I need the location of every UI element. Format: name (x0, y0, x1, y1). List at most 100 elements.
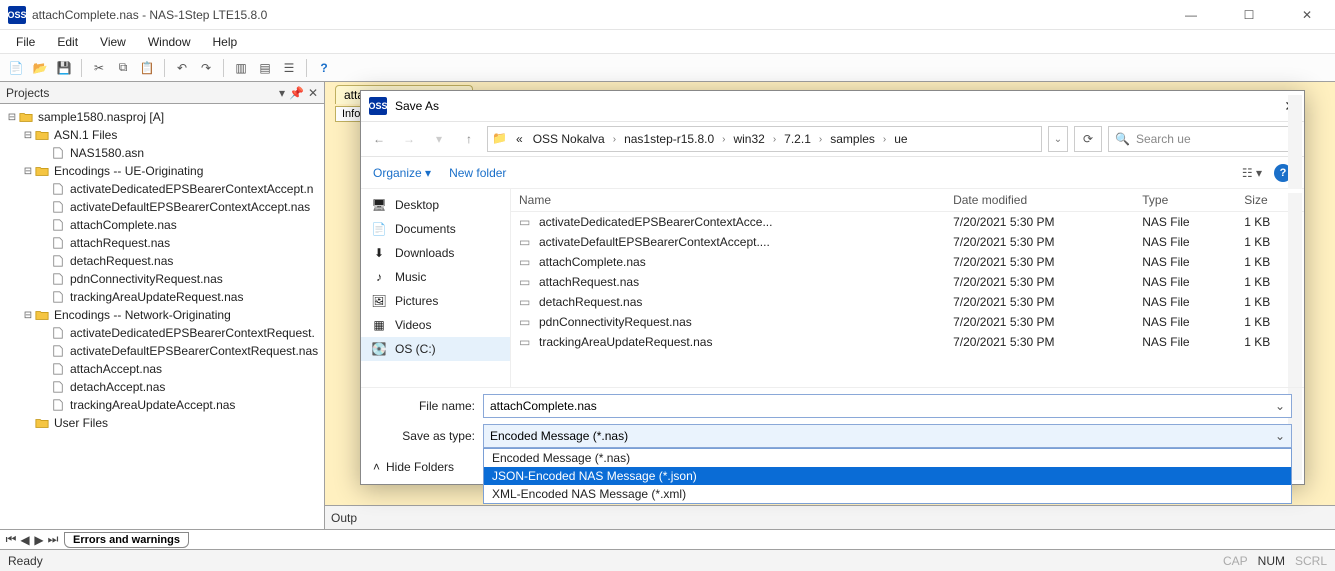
file-row[interactable]: ▭activateDefaultEPSBearerContextAccept..… (511, 232, 1304, 252)
sidebar-item-documents[interactable]: 📄Documents (361, 217, 510, 241)
menu-file[interactable]: File (6, 33, 45, 51)
menu-view[interactable]: View (90, 33, 136, 51)
paste-icon[interactable]: 📋 (137, 58, 157, 78)
tool-icon[interactable]: ▥ (231, 58, 251, 78)
crumb-segment[interactable]: nas1step-r15.8.0 (620, 132, 718, 146)
project-tree[interactable]: ⊟sample1580.nasproj [A]⊟ASN.1 FilesNAS15… (0, 104, 324, 529)
tree-folder[interactable]: ⊟sample1580.nasproj [A] (2, 108, 322, 126)
panel-close-icon[interactable]: ✕ (308, 86, 318, 100)
save-type-option[interactable]: Encoded Message (*.nas) (484, 449, 1291, 467)
undo-icon[interactable]: ↶ (172, 58, 192, 78)
tree-folder[interactable]: ⊟Encodings -- UE-Originating (2, 162, 322, 180)
save-type-option[interactable]: XML-Encoded NAS Message (*.xml) (484, 485, 1291, 503)
tree-twisty-icon[interactable]: ⊟ (22, 166, 34, 177)
tab-first-icon[interactable]: ⏮ (4, 532, 18, 547)
tree-file[interactable]: activateDefaultEPSBearerContextRequest.n… (2, 342, 322, 360)
tree-file[interactable]: trackingAreaUpdateRequest.nas (2, 288, 322, 306)
file-row[interactable]: ▭attachRequest.nas7/20/2021 5:30 PMNAS F… (511, 272, 1304, 292)
nav-up-icon[interactable]: ↑ (457, 127, 481, 151)
crumb-segment[interactable]: OSS Nokalva (529, 132, 609, 146)
cut-icon[interactable]: ✂ (89, 58, 109, 78)
sidebar-item-videos[interactable]: ▦Videos (361, 313, 510, 337)
new-file-icon[interactable]: 📄 (6, 58, 26, 78)
copy-icon[interactable]: ⧉ (113, 58, 133, 78)
file-row[interactable]: ▭pdnConnectivityRequest.nas7/20/2021 5:3… (511, 312, 1304, 332)
tab-prev-icon[interactable]: ◀ (18, 533, 32, 547)
tree-file[interactable]: detachAccept.nas (2, 378, 322, 396)
tree-folder[interactable]: ⊟ASN.1 Files (2, 126, 322, 144)
tree-folder[interactable]: User Files (2, 414, 322, 432)
sidebar-item-downloads[interactable]: ⬇Downloads (361, 241, 510, 265)
tree-file[interactable]: activateDedicatedEPSBearerContextRequest… (2, 324, 322, 342)
tree-twisty-icon[interactable]: ⊟ (22, 130, 34, 141)
tree-file[interactable]: attachAccept.nas (2, 360, 322, 378)
refresh-button[interactable]: ⟳ (1074, 126, 1102, 152)
nav-forward-icon[interactable]: → (397, 127, 421, 151)
crumb-dropdown-icon[interactable]: ⌄ (1048, 126, 1068, 152)
menu-help[interactable]: Help (203, 33, 248, 51)
sidebar-item-music[interactable]: ♪Music (361, 265, 510, 289)
column-header[interactable]: Name (511, 189, 945, 212)
errors-tab[interactable]: Errors and warnings (64, 532, 189, 548)
nav-back-icon[interactable]: ← (367, 127, 391, 151)
file-row[interactable]: ▭activateDedicatedEPSBearerContextAcce..… (511, 212, 1304, 233)
chevron-right-icon: › (611, 134, 618, 145)
search-input[interactable]: 🔍 Search ue (1108, 126, 1298, 152)
tree-folder[interactable]: ⊟Encodings -- Network-Originating (2, 306, 322, 324)
save-type-field[interactable]: Encoded Message (*.nas) ⌄ (483, 424, 1292, 448)
save-type-dropdown[interactable]: Encoded Message (*.nas)JSON-Encoded NAS … (483, 448, 1292, 504)
file-row[interactable]: ▭detachRequest.nas7/20/2021 5:30 PMNAS F… (511, 292, 1304, 312)
open-file-icon[interactable]: 📂 (30, 58, 50, 78)
tree-file[interactable]: activateDefaultEPSBearerContextAccept.na… (2, 198, 322, 216)
tree-file[interactable]: pdnConnectivityRequest.nas (2, 270, 322, 288)
panel-dropdown-icon[interactable]: ▾ (279, 86, 285, 100)
tree-file[interactable]: attachRequest.nas (2, 234, 322, 252)
tab-last-icon[interactable]: ⏭ (46, 532, 60, 547)
crumb-segment[interactable]: samples (826, 132, 879, 146)
tree-file[interactable]: activateDedicatedEPSBearerContextAccept.… (2, 180, 322, 198)
tab-next-icon[interactable]: ▶ (32, 533, 46, 547)
file-name-field[interactable]: attachComplete.nas ⌄ (483, 394, 1292, 418)
column-header[interactable]: Type (1134, 189, 1236, 212)
file-list-scrollbar[interactable] (1288, 193, 1302, 383)
file-name-dropdown-icon[interactable]: ⌄ (1275, 399, 1285, 413)
help-icon[interactable]: ? (314, 58, 334, 78)
sidebar-item-osc[interactable]: 💽OS (C:) (361, 337, 510, 361)
redo-icon[interactable]: ↷ (196, 58, 216, 78)
tree-label: activateDedicatedEPSBearerContextAccept.… (70, 182, 313, 196)
crumb-segment[interactable]: ue (890, 132, 911, 146)
tree-twisty-icon[interactable]: ⊟ (6, 112, 18, 123)
file-name: detachRequest.nas (539, 295, 642, 309)
minimize-button[interactable]: — (1171, 8, 1211, 22)
tool-icon[interactable]: ▤ (255, 58, 275, 78)
column-header[interactable]: Date modified (945, 189, 1134, 212)
sidebar-item-pictures[interactable]: 🖼Pictures (361, 289, 510, 313)
nav-history-icon[interactable]: ▾ (427, 127, 451, 151)
tree-file[interactable]: attachComplete.nas (2, 216, 322, 234)
crumb-segment[interactable]: 7.2.1 (780, 132, 815, 146)
breadcrumb[interactable]: 📁 « OSS Nokalva›nas1step-r15.8.0›win32›7… (487, 126, 1042, 152)
sidebar-label: Documents (395, 222, 456, 236)
new-folder-button[interactable]: New folder (449, 166, 506, 180)
tool-icon[interactable]: ☰ (279, 58, 299, 78)
file-list[interactable]: NameDate modifiedTypeSize ▭activateDedic… (511, 189, 1304, 387)
file-row[interactable]: ▭attachComplete.nas7/20/2021 5:30 PMNAS … (511, 252, 1304, 272)
save-type-option[interactable]: JSON-Encoded NAS Message (*.json) (484, 467, 1291, 485)
menu-edit[interactable]: Edit (47, 33, 88, 51)
save-icon[interactable]: 💾 (54, 58, 74, 78)
close-button[interactable]: ✕ (1287, 8, 1327, 22)
file-row[interactable]: ▭trackingAreaUpdateRequest.nas7/20/2021 … (511, 332, 1304, 352)
maximize-button[interactable]: ☐ (1229, 8, 1269, 22)
tree-file[interactable]: trackingAreaUpdateAccept.nas (2, 396, 322, 414)
view-mode-button[interactable]: ☷ ▾ (1242, 166, 1262, 180)
dialog-sidebar[interactable]: 🖥Desktop📄Documents⬇Downloads♪Music🖼Pictu… (361, 189, 511, 387)
crumb-segment[interactable]: win32 (729, 132, 768, 146)
tree-file[interactable]: detachRequest.nas (2, 252, 322, 270)
menu-window[interactable]: Window (138, 33, 201, 51)
organize-button[interactable]: Organize ▾ (373, 166, 431, 180)
panel-pin-icon[interactable]: 📌 (289, 86, 304, 100)
sidebar-item-desktop[interactable]: 🖥Desktop (361, 193, 510, 217)
save-type-dropdown-icon[interactable]: ⌄ (1275, 429, 1285, 443)
tree-file[interactable]: NAS1580.asn (2, 144, 322, 162)
tree-twisty-icon[interactable]: ⊟ (22, 310, 34, 321)
